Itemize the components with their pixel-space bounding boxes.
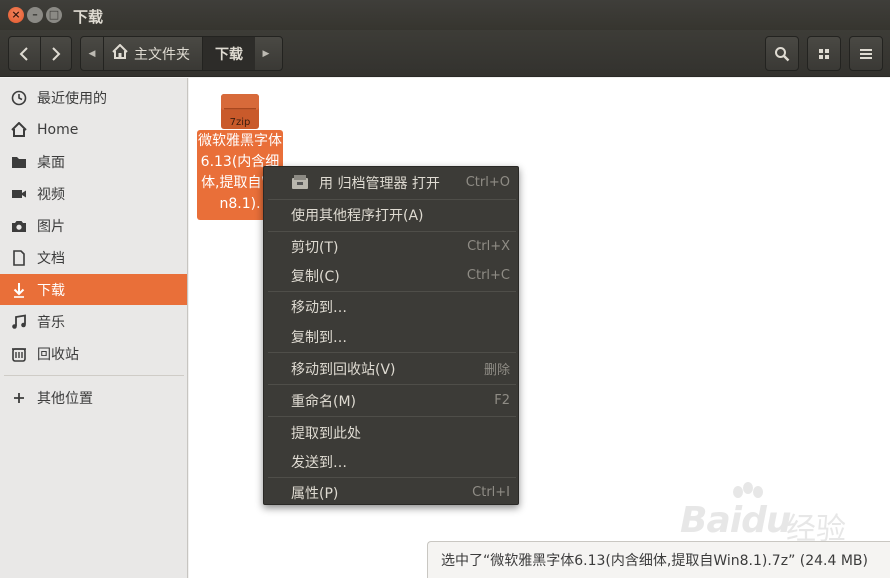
clock-icon [10,89,28,107]
sidebar-item-pictures[interactable]: 图片 [0,210,187,241]
sidebar: 最近使用的 Home 桌面 视频 图片 文档 下载 音乐 回收站 其他位置 [0,78,188,578]
sidebar-item-home[interactable]: Home [0,114,187,145]
search-icon [775,46,790,61]
search-button[interactable] [765,36,799,71]
chevron-right-icon [52,46,61,61]
menu-item-rename[interactable]: 重命名(M) F2 [264,386,518,415]
document-icon [10,249,28,267]
menu-item-move-to-trash[interactable]: 移动到回收站(V) 删除 [264,354,518,383]
view-mode-button[interactable] [807,36,841,71]
forward-button[interactable] [39,37,72,70]
plus-icon [10,389,28,407]
header-toolbar: ◀ 主文件夹 下载 ▶ [0,30,890,77]
sidebar-item-label: 回收站 [37,346,79,363]
sidebar-item-desktop[interactable]: 桌面 [0,146,187,177]
baidu-watermark: Baidu 经验 [680,482,850,547]
maximize-window-button[interactable]: □ [46,7,62,23]
watermark-text: Baidu [680,500,791,541]
sidebar-item-label: 视频 [37,186,65,203]
sidebar-item-downloads[interactable]: 下载 [0,274,187,305]
music-icon [10,313,28,331]
path-scroll-right[interactable]: ▶ [255,37,277,70]
minimize-window-button[interactable]: – [27,7,43,23]
path-crumb-home[interactable]: 主文件夹 [103,37,202,70]
menu-separator [268,352,516,353]
sidebar-item-label: Home [37,121,79,138]
context-menu: 用 归档管理器 打开 Ctrl+O 使用其他程序打开(A) 剪切(T) Ctrl… [263,166,519,505]
sidebar-item-label: 其他位置 [37,390,93,407]
selection-status: 选中了“微软雅黑字体6.13(内含细体,提取自Win8.1).7z” (24.4… [427,541,890,578]
menu-item-send-to[interactable]: 发送到… [264,447,518,476]
home-icon [112,43,128,63]
close-window-button[interactable]: × [8,7,24,23]
sidebar-separator [4,375,184,376]
camera-icon [10,217,28,235]
back-button[interactable] [9,37,40,70]
chevron-left-icon [19,46,28,61]
download-icon [10,281,28,299]
video-camera-icon [10,185,28,203]
window-title: 下载 [73,8,104,26]
7zip-archive-icon: 7zip [221,94,259,129]
sidebar-item-label: 音乐 [37,314,65,331]
menu-item-copy[interactable]: 复制(C) Ctrl+C [264,261,518,290]
sidebar-item-videos[interactable]: 视频 [0,178,187,209]
archive-manager-icon [292,175,308,189]
sidebar-item-label: 最近使用的 [37,90,107,107]
menu-item-properties[interactable]: 属性(P) Ctrl+I [264,478,518,507]
title-bar: × – □ 下载 [0,0,890,30]
menu-item-open-with-archive-manager[interactable]: 用 归档管理器 打开 Ctrl+O [264,168,518,197]
file-icon-text: 7zip [230,117,251,128]
path-scroll-left[interactable]: ◀ [81,37,103,70]
sidebar-item-label: 下载 [37,282,65,299]
menu-item-copy-to[interactable]: 复制到… [264,322,518,351]
navigation-buttons [8,36,72,71]
menu-item-cut[interactable]: 剪切(T) Ctrl+X [264,232,518,261]
path-crumb-downloads[interactable]: 下载 [202,37,255,70]
home-icon [10,121,28,139]
sidebar-item-music[interactable]: 音乐 [0,306,187,337]
sidebar-item-documents[interactable]: 文档 [0,242,187,273]
file-manager-window: × – □ 下载 ◀ 主文件夹 下载 ▶ 最近使用的 Home 桌面 视频 图片… [0,0,890,578]
app-menu-button[interactable] [849,36,883,71]
folder-icon [10,153,28,171]
menu-separator [268,416,516,417]
sidebar-item-trash[interactable]: 回收站 [0,338,187,369]
path-bar: ◀ 主文件夹 下载 ▶ [80,36,283,71]
menu-item-move-to[interactable]: 移动到… [264,292,518,321]
path-crumb-label: 主文件夹 [134,46,190,63]
grid-view-icon [819,48,829,59]
menu-item-open-with-other[interactable]: 使用其他程序打开(A) [264,200,518,229]
sidebar-item-label: 桌面 [37,154,65,171]
sidebar-item-recent[interactable]: 最近使用的 [0,82,187,113]
sidebar-item-label: 图片 [37,218,65,235]
sidebar-item-label: 文档 [37,250,65,267]
path-crumb-label: 下载 [215,46,243,63]
trash-icon [10,345,28,363]
menu-separator [268,384,516,385]
sidebar-item-other-locations[interactable]: 其他位置 [0,382,187,413]
menu-item-extract-here[interactable]: 提取到此处 [264,418,518,447]
hamburger-menu-icon [860,48,872,59]
